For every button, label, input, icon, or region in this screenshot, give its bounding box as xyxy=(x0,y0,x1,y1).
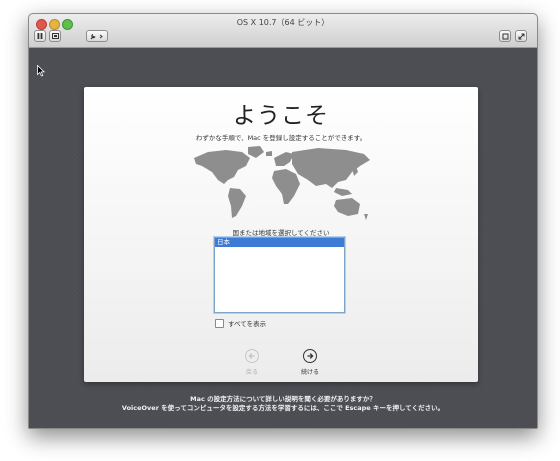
screenshot-button[interactable] xyxy=(49,30,61,42)
voiceover-hint: Mac の設定方法について詳しい説明を聞く必要がありますか？ VoiceOver… xyxy=(29,395,537,413)
settings-button[interactable] xyxy=(86,30,108,42)
region-label: 国または地域を選択してください xyxy=(232,229,330,237)
restore-icon xyxy=(502,33,508,39)
back-button[interactable]: 戻る xyxy=(239,349,265,376)
continue-arrow-icon xyxy=(303,349,317,363)
show-all-checkbox[interactable] xyxy=(215,318,224,328)
back-arrow-icon xyxy=(245,349,259,363)
back-label: 戻る xyxy=(245,369,258,376)
setup-panel: ようこそ わずかな手順で、Mac を登録し設定することができます。 国または地域… xyxy=(84,87,478,382)
pause-icon xyxy=(37,33,43,39)
region-list[interactable]: 日本 xyxy=(214,237,345,313)
show-all-row[interactable]: すべてを表示 xyxy=(215,318,266,328)
pause-button[interactable] xyxy=(34,30,46,42)
continue-label: 続ける xyxy=(300,369,319,376)
mouse-cursor-icon xyxy=(37,65,45,77)
vm-screen[interactable]: ようこそ わずかな手順で、Mac を登録し設定することができます。 国または地域… xyxy=(29,48,537,428)
continue-button[interactable]: 続ける xyxy=(297,349,323,376)
voiceover-hint-line1: Mac の設定方法について詳しい説明を聞く必要がありますか？ xyxy=(190,395,376,403)
welcome-heading: ようこそ xyxy=(233,103,329,129)
fullscreen-icon xyxy=(518,33,524,39)
screenshot-icon xyxy=(51,33,59,39)
fullscreen-button[interactable] xyxy=(515,30,527,42)
window-title: OS X 10.7（64 ビット） xyxy=(236,18,330,27)
wrench-icon xyxy=(90,33,103,39)
world-map-icon xyxy=(194,146,370,220)
vm-window: OS X 10.7（64 ビット） ようこそ わずかな手順で、Mac を登録し設… xyxy=(28,13,538,429)
title-bar: OS X 10.7（64 ビット） xyxy=(29,14,537,48)
region-list-item[interactable]: 日本 xyxy=(215,238,344,247)
show-all-label: すべてを表示 xyxy=(228,320,267,328)
voiceover-hint-line2: VoiceOver を使ってコンピュータを設定する方法を学習するには、ここで E… xyxy=(121,404,445,412)
welcome-subtitle: わずかな手順で、Mac を登録し設定することができます。 xyxy=(195,134,367,142)
snapshot-button[interactable] xyxy=(499,30,511,42)
